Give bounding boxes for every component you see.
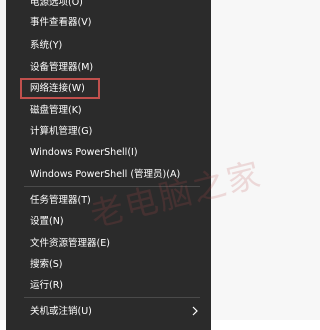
- menu-item-powershell[interactable]: Windows PowerShell(I): [30, 146, 138, 160]
- menu-item-power-options[interactable]: 电源选项(O): [30, 0, 83, 10]
- menu-item-powershell-admin[interactable]: Windows PowerShell (管理员)(A): [30, 168, 180, 182]
- menu-item-event-viewer[interactable]: 事件查看器(V): [30, 16, 91, 30]
- menu-item-shutdown-signout[interactable]: 关机或注销(U): [30, 305, 92, 319]
- highlight-box: [20, 78, 100, 99]
- menu-item-task-manager[interactable]: 任务管理器(T): [30, 194, 91, 208]
- menu-separator: [24, 186, 200, 187]
- menu-separator: [24, 297, 200, 298]
- menu-item-run[interactable]: 运行(R): [30, 279, 63, 293]
- menu-item-device-manager[interactable]: 设备管理器(M): [30, 61, 93, 75]
- menu-item-search[interactable]: 搜索(S): [30, 258, 62, 272]
- menu-item-settings[interactable]: 设置(N): [30, 215, 64, 229]
- menu-item-computer-management[interactable]: 计算机管理(G): [30, 125, 92, 139]
- menu-item-disk-management[interactable]: 磁盘管理(K): [30, 104, 82, 118]
- menu-item-file-explorer[interactable]: 文件资源管理器(E): [30, 237, 110, 251]
- chevron-right-icon: [192, 306, 198, 316]
- background-right-area: [211, 0, 320, 320]
- menu-item-system[interactable]: 系统(Y): [30, 39, 62, 53]
